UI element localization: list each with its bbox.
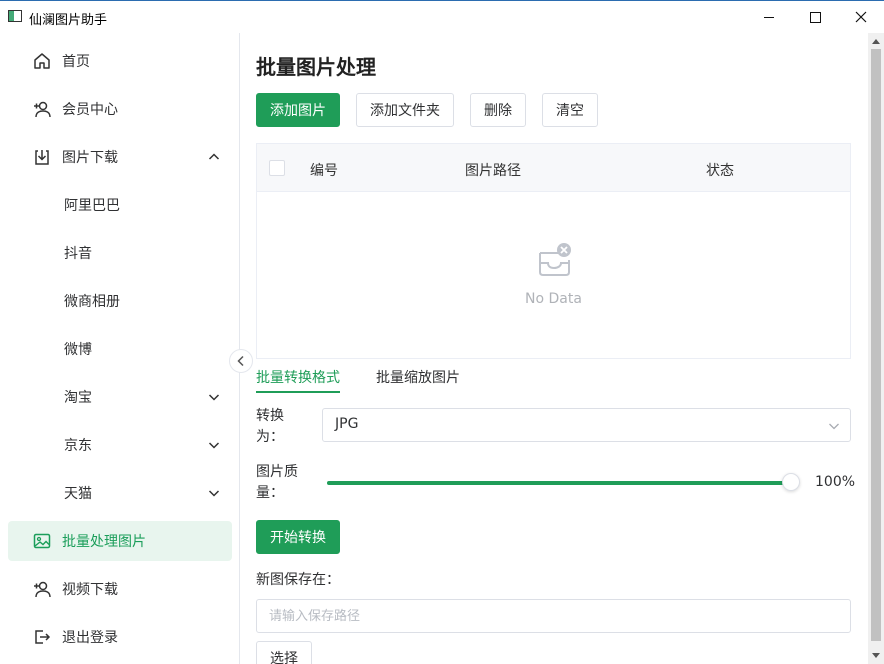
sidebar-item-label: 批量处理图片 <box>62 534 146 550</box>
sidebar-item-logout[interactable]: 退出登录 <box>8 617 232 657</box>
sidebar-item-label: 京东 <box>64 438 92 454</box>
quality-label-line2: 量： <box>256 485 284 501</box>
format-select[interactable]: JPG <box>322 408 851 442</box>
scroll-up-icon <box>872 39 880 44</box>
image-table: 编号 图片路径 状态 No Data <box>256 143 851 359</box>
active-tab-indicator <box>256 391 340 393</box>
scrollbar-thumb[interactable] <box>871 49 881 641</box>
convert-label: 转换 为： <box>256 406 284 448</box>
title-bar: 仙澜图片助手 <box>0 1 884 33</box>
app-window: 仙澜图片助手 首页 会员中心 图片下载 阿里巴巴 抖音 微商相册 微博 淘宝 京… <box>0 0 884 664</box>
maximize-button[interactable] <box>792 1 838 33</box>
logout-icon <box>35 630 51 644</box>
chevron-down-icon <box>208 442 220 449</box>
sidebar-item-label: 视频下载 <box>62 582 118 598</box>
minimize-button[interactable] <box>746 1 792 33</box>
sidebar-item-taobao[interactable]: 淘宝 <box>8 377 232 417</box>
chevron-down-icon <box>208 490 220 497</box>
quality-value: 100% <box>815 474 856 490</box>
sidebar: 首页 会员中心 图片下载 阿里巴巴 抖音 微商相册 微博 淘宝 京东 天猫 批量… <box>0 33 240 664</box>
chevron-down-icon <box>829 423 839 430</box>
quality-slider-fill <box>327 481 791 485</box>
quality-slider-thumb[interactable] <box>782 473 800 491</box>
table-header: 编号 图片路径 状态 <box>257 144 850 192</box>
scroll-down-button[interactable] <box>868 648 884 664</box>
add-folder-button[interactable]: 添加文件夹 <box>356 93 454 127</box>
sidebar-item-image-download[interactable]: 图片下载 <box>8 137 232 177</box>
save-path-input[interactable] <box>256 599 851 633</box>
sidebar-item-label: 淘宝 <box>64 390 92 406</box>
sidebar-item-label: 首页 <box>62 54 90 70</box>
quality-slider[interactable] <box>327 473 800 491</box>
chevron-down-icon <box>208 394 220 401</box>
picture-icon <box>33 533 51 549</box>
sidebar-item-home[interactable]: 首页 <box>8 41 232 81</box>
main-content: 批量图片处理 添加图片 添加文件夹 删除 清空 编号 图片路径 状态 No Da… <box>240 33 868 664</box>
delete-button[interactable]: 删除 <box>470 93 526 127</box>
page-title: 批量图片处理 <box>256 55 376 79</box>
tab-bar: 批量转换格式 批量缩放图片 <box>256 367 851 395</box>
convert-label-line2: 为： <box>256 429 284 445</box>
scroll-down-icon <box>872 653 880 658</box>
start-convert-button[interactable]: 开始转换 <box>256 520 340 554</box>
sidebar-item-weibo[interactable]: 微博 <box>8 329 232 369</box>
scroll-up-button[interactable] <box>868 33 884 49</box>
sidebar-item-member[interactable]: 会员中心 <box>8 89 232 129</box>
app-icon <box>8 10 22 22</box>
sidebar-item-label: 退出登录 <box>62 630 118 646</box>
maximize-icon <box>809 11 821 23</box>
sidebar-item-douyin[interactable]: 抖音 <box>8 233 232 273</box>
empty-inbox-icon <box>539 243 571 276</box>
format-select-value: JPG <box>335 416 359 432</box>
add-image-button[interactable]: 添加图片 <box>256 93 340 127</box>
choose-button[interactable]: 选择 <box>256 641 312 664</box>
sidebar-collapse-button[interactable] <box>229 349 253 373</box>
quality-label-line1: 图片质 <box>256 464 298 480</box>
sidebar-item-tmall[interactable]: 天猫 <box>8 473 232 513</box>
sidebar-item-label: 微博 <box>64 342 92 358</box>
vertical-scrollbar[interactable] <box>868 33 884 664</box>
chevron-up-icon <box>208 153 220 160</box>
download-icon <box>35 150 49 165</box>
sidebar-item-label: 天猫 <box>64 486 92 502</box>
sidebar-item-label: 微商相册 <box>64 294 120 310</box>
tab-batch-convert[interactable]: 批量转换格式 <box>256 367 340 387</box>
sidebar-item-label: 图片下载 <box>62 150 118 166</box>
window-title: 仙澜图片助手 <box>29 13 108 28</box>
clear-button[interactable]: 清空 <box>542 93 598 127</box>
sidebar-item-weishang-album[interactable]: 微商相册 <box>8 281 232 321</box>
sidebar-item-alibaba[interactable]: 阿里巴巴 <box>8 185 232 225</box>
minimize-icon <box>764 16 774 18</box>
close-button[interactable] <box>838 1 884 33</box>
tab-batch-resize[interactable]: 批量缩放图片 <box>376 367 460 387</box>
convert-label-line1: 转换 <box>256 408 284 424</box>
sidebar-item-label: 抖音 <box>64 246 92 262</box>
column-header-number: 编号 <box>310 163 338 179</box>
sidebar-item-video-download[interactable]: 视频下载 <box>8 569 232 609</box>
sidebar-item-jd[interactable]: 京东 <box>8 425 232 465</box>
chevron-left-icon <box>237 355 244 367</box>
save-location-label: 新图保存在： <box>256 572 340 588</box>
home-icon <box>34 53 50 69</box>
empty-text: No Data <box>525 291 582 307</box>
sidebar-item-label: 会员中心 <box>62 102 118 118</box>
user-add-icon <box>34 101 51 118</box>
column-header-path: 图片路径 <box>465 163 521 179</box>
close-icon <box>855 11 867 23</box>
sidebar-item-label: 阿里巴巴 <box>64 198 120 214</box>
sidebar-item-batch-image[interactable]: 批量处理图片 <box>8 521 232 561</box>
table-empty-state: No Data <box>257 192 850 358</box>
column-header-status: 状态 <box>706 163 734 179</box>
user-add-icon <box>34 581 51 598</box>
quality-label: 图片质 量： <box>256 462 298 504</box>
select-all-checkbox[interactable] <box>269 160 285 176</box>
